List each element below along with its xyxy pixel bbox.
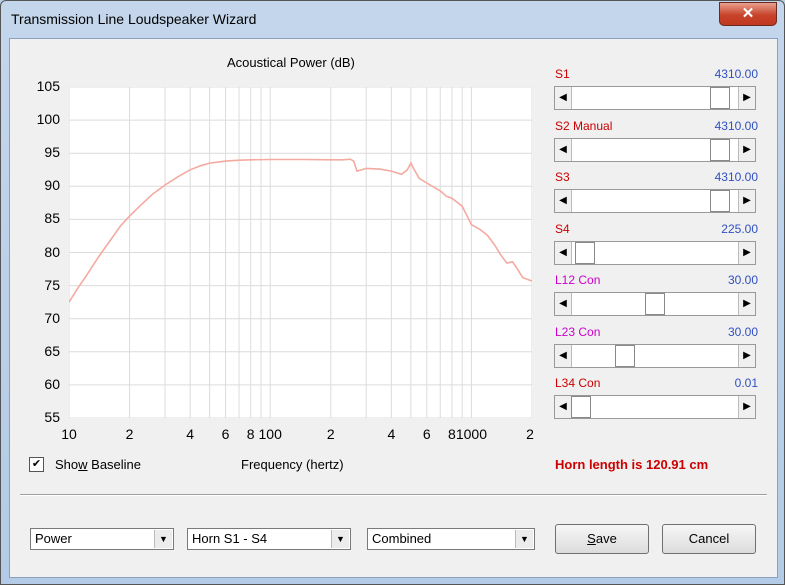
slider-label: S1 [555, 67, 570, 81]
x-tick-label: 6 [422, 426, 431, 442]
slider-value: 30.00 [727, 324, 758, 339]
wizard-window: Transmission Line Loudspeaker Wizard ✕ A… [0, 0, 785, 585]
x-tick-label: 8 [246, 426, 255, 442]
scroll-thumb[interactable] [710, 87, 731, 109]
chevron-down-icon[interactable]: ▼ [331, 530, 349, 548]
scroll-thumb[interactable] [710, 190, 731, 212]
scroll-left-icon[interactable]: ◀ [555, 87, 572, 109]
save-button[interactable]: Save [555, 524, 649, 554]
slider-value: 4310.00 [714, 170, 758, 184]
section-select[interactable]: Horn S1 - S4 ▼ [187, 528, 351, 550]
scroll-left-icon[interactable]: ◀ [555, 190, 572, 212]
slider-value: 30.00 [727, 273, 758, 287]
slider-label: S3 [555, 170, 570, 184]
scroll-thumb[interactable] [615, 344, 636, 367]
scroll-right-icon[interactable]: ▶ [738, 293, 755, 315]
x-tick-label: 2 [326, 426, 335, 442]
acoustic-power-chart [68, 86, 533, 419]
x-tick-label: 4 [186, 426, 195, 442]
parameter-scrollbar[interactable]: ◀ ▶ [554, 86, 756, 110]
scroll-right-icon[interactable]: ▶ [738, 190, 755, 212]
chevron-down-icon[interactable]: ▼ [515, 530, 533, 548]
parameter-scrollbar[interactable]: ◀ ▶ [554, 395, 756, 419]
slider-label: S2 Manual [555, 118, 613, 133]
y-tick-label: 95 [44, 144, 60, 161]
slider-label: L23 Con [555, 324, 601, 339]
scroll-left-icon[interactable]: ◀ [555, 293, 572, 315]
scroll-right-icon[interactable]: ▶ [738, 396, 755, 418]
scroll-thumb[interactable] [575, 241, 596, 264]
y-tick-label: 60 [44, 375, 60, 392]
slider-value: 0.01 [734, 376, 758, 390]
y-tick-label: 70 [44, 309, 60, 326]
slider-value: 4310.00 [714, 118, 758, 133]
y-tick-label: 105 [36, 78, 60, 94]
x-axis-label: Frequency (hertz) [241, 457, 344, 472]
scroll-thumb[interactable] [571, 396, 591, 418]
scroll-left-icon[interactable]: ◀ [555, 138, 572, 161]
mode-select[interactable]: Combined ▼ [367, 528, 535, 550]
slider-value: 225.00 [721, 221, 758, 236]
scroll-thumb[interactable] [710, 138, 731, 161]
slider-label: L12 Con [555, 273, 601, 287]
window-title: Transmission Line Loudspeaker Wizard [11, 11, 257, 27]
y-tick-label: 55 [44, 409, 60, 425]
x-tick-label: 6 [221, 426, 230, 442]
y-tick-label: 80 [44, 243, 60, 260]
x-tick-label: 100 [258, 426, 282, 442]
slider-value: 4310.00 [714, 67, 758, 81]
slider-label: L34 Con [555, 376, 601, 390]
y-tick-label: 85 [44, 210, 60, 227]
show-baseline-label[interactable]: Show Baseline [55, 457, 141, 472]
parameter-scrollbar[interactable]: ◀ ▶ [554, 189, 756, 213]
parameter-scrollbar[interactable]: ◀ ▶ [554, 240, 756, 265]
x-tick-label: 8 [448, 426, 456, 442]
parameter-scrollbar[interactable]: ◀ ▶ [554, 292, 756, 316]
x-tick-label: 2 [125, 426, 134, 442]
separator [20, 494, 767, 496]
scroll-right-icon[interactable]: ▶ [738, 138, 755, 161]
x-tick-label: 1000 [455, 426, 487, 442]
scroll-right-icon[interactable]: ▶ [738, 344, 755, 367]
x-tick-label: 4 [387, 426, 396, 442]
view-type-value: Power [35, 531, 72, 546]
scroll-left-icon[interactable]: ◀ [555, 241, 572, 264]
chart-title: Acoustical Power (dB) [227, 55, 355, 70]
show-baseline-checkbox[interactable]: ✔ [29, 457, 44, 472]
y-tick-label: 65 [44, 342, 60, 359]
view-type-select[interactable]: Power ▼ [30, 528, 174, 550]
scroll-left-icon[interactable]: ◀ [555, 396, 572, 418]
slider-label: S4 [555, 221, 570, 236]
section-value: Horn S1 - S4 [192, 531, 268, 546]
y-tick-label: 100 [36, 111, 60, 128]
scroll-thumb[interactable] [645, 293, 665, 315]
scroll-right-icon[interactable]: ▶ [738, 87, 755, 109]
dialog-client: Acoustical Power (dB) 105 100 95 90 85 80 75 70… [9, 38, 778, 578]
x-tick-label: 2 [526, 426, 534, 442]
title-bar[interactable]: Transmission Line Loudspeaker Wizard ✕ [1, 1, 784, 37]
scroll-right-icon[interactable]: ▶ [738, 241, 755, 264]
cancel-button[interactable]: Cancel [662, 524, 756, 554]
y-tick-label: 90 [44, 177, 60, 194]
chart-plot-area [68, 86, 533, 419]
y-tick-label: 75 [44, 276, 60, 293]
scroll-left-icon[interactable]: ◀ [555, 344, 572, 367]
close-button[interactable]: ✕ [719, 2, 777, 26]
parameter-scrollbar[interactable]: ◀ ▶ [554, 343, 756, 368]
chevron-down-icon[interactable]: ▼ [154, 530, 172, 548]
mode-value: Combined [372, 531, 432, 546]
horn-length-text: Horn length is 120.91 cm [555, 457, 709, 472]
parameter-scrollbar[interactable]: ◀ ▶ [554, 137, 756, 162]
x-tick-label: 10 [61, 426, 77, 442]
